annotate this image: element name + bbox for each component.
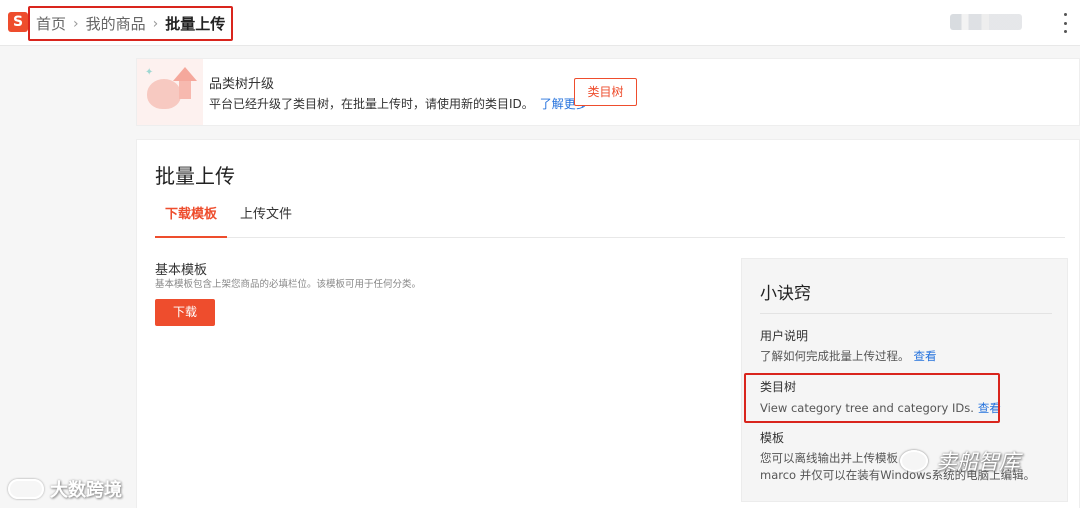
tip-user-guide-description: 了解如何完成批量上传过程。 [760, 349, 910, 363]
breadcrumb-separator-icon: › [73, 15, 79, 32]
category-upgrade-banner: ✦ 品类树升级 平台已经升级了类目树，在批量上传时，请使用新的类目ID。 了解更多… [136, 58, 1080, 126]
breadcrumb-separator-icon: › [152, 15, 159, 32]
upgrade-illustration-icon: ✦ [137, 59, 203, 125]
tip-user-guide-heading: 用户说明 [760, 329, 809, 343]
shopee-logo-icon[interactable]: S [8, 12, 28, 32]
page-title: 批量上传 [155, 164, 235, 188]
download-button[interactable]: 下载 [155, 299, 215, 326]
tab-upload-file[interactable]: 上传文件 [240, 206, 292, 238]
tip-category-tree-description: View category tree and category IDs. [760, 401, 974, 415]
tips-title: 小诀窍 [760, 284, 811, 304]
breadcrumb-home[interactable]: 首页 [36, 13, 66, 34]
wechat-logo-icon [900, 450, 928, 472]
banner-description: 平台已经升级了类目树，在批量上传时，请使用新的类目ID。 了解更多 [209, 95, 588, 112]
breadcrumb: 首页 › 我的商品 › 批量上传 [28, 6, 234, 41]
breadcrumb-my-products[interactable]: 我的商品 [86, 13, 146, 34]
tab-bar: 下载模板 上传文件 [155, 206, 1065, 238]
user-account-blurred[interactable] [950, 14, 1022, 30]
top-bar: S 首页 › 我的商品 › 批量上传 [0, 0, 1080, 46]
tip-template-heading: 模板 [760, 431, 785, 445]
watermark-right-text: 卖船智库 [936, 450, 1020, 474]
banner-description-text: 平台已经升级了类目树，在批量上传时，请使用新的类目ID。 [209, 97, 534, 111]
basic-template-description: 基本模板包含上架您商品的必填栏位。该模板可用于任何分类。 [155, 279, 422, 290]
breadcrumb-current: 批量上传 [165, 15, 226, 33]
category-tree-view-link[interactable]: 查看 [978, 401, 1001, 415]
banner-title: 品类树升级 [209, 77, 275, 92]
tab-download-template[interactable]: 下载模板 [155, 206, 227, 238]
user-guide-view-link[interactable]: 查看 [914, 349, 937, 363]
tip-category-tree-text: View category tree and category IDs. 查看 [760, 400, 1001, 416]
tip-user-guide-text: 了解如何完成批量上传过程。 查看 [760, 348, 937, 364]
more-menu-icon[interactable] [1064, 13, 1068, 33]
watermark-logo-icon [8, 479, 44, 499]
tip-template-line1: 您可以离线输出并上传模板 [760, 451, 898, 465]
watermark-left: 大数跨境 [8, 476, 122, 502]
tips-divider [760, 313, 1052, 314]
tip-category-tree-heading: 类目树 [760, 380, 797, 394]
category-tree-button[interactable]: 类目树 [574, 78, 637, 106]
watermark-left-text: 大数跨境 [50, 480, 122, 501]
watermark-right: 卖船智库 [900, 446, 1020, 476]
